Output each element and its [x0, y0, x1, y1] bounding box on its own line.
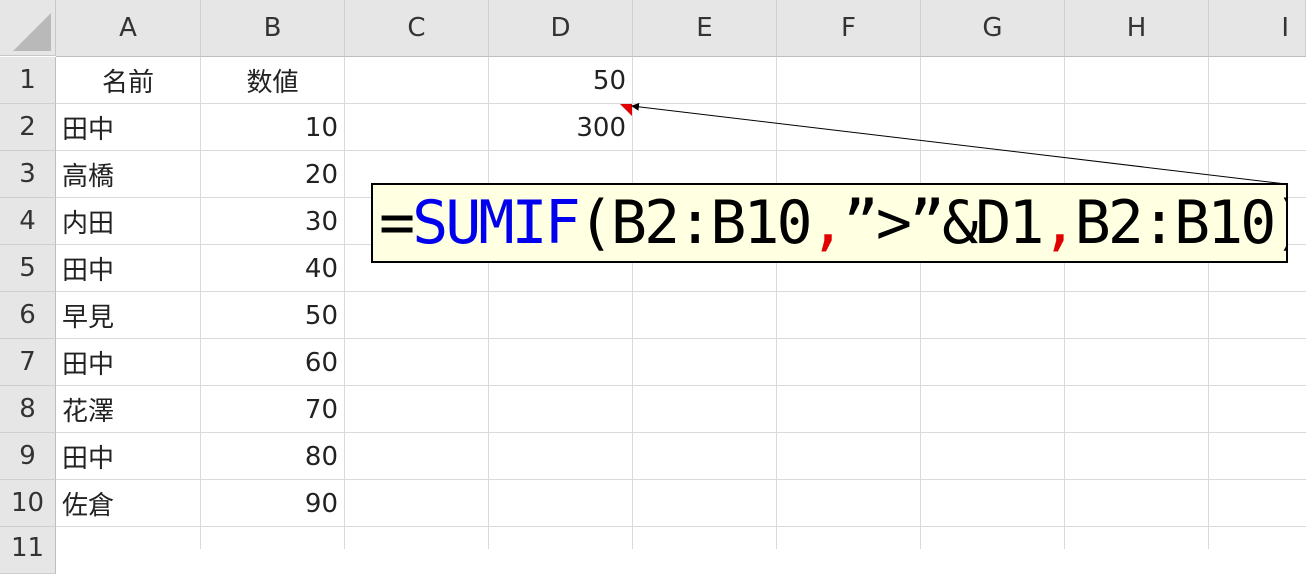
- column-header-a[interactable]: A: [56, 0, 201, 57]
- column-header-g[interactable]: G: [921, 0, 1065, 57]
- cell-a4[interactable]: 内田: [56, 198, 200, 245]
- formula-separator: ,: [809, 188, 846, 258]
- select-all-button[interactable]: [0, 0, 56, 56]
- comment-box[interactable]: = SUMIF (B2:B10, ”>”&D1, B2:B10): [371, 183, 1288, 263]
- cell-b8[interactable]: 70: [201, 386, 344, 433]
- row-header-1[interactable]: 1: [0, 57, 56, 104]
- formula-sum-range-arg: B2:B10): [1074, 188, 1288, 258]
- cell-a3[interactable]: 高橋: [56, 151, 200, 198]
- column-header-f[interactable]: F: [777, 0, 921, 57]
- cell-b6[interactable]: 50: [201, 292, 344, 339]
- grid-line: [344, 57, 345, 549]
- cell-b3[interactable]: 20: [201, 151, 344, 198]
- grid-line: [920, 57, 921, 549]
- row-header-9[interactable]: 9: [0, 433, 56, 480]
- cell-a2[interactable]: 田中: [56, 104, 200, 151]
- column-header-i[interactable]: I: [1209, 0, 1306, 57]
- formula-range-arg: (B2:B10: [577, 188, 813, 258]
- cell-b2[interactable]: 10: [201, 104, 344, 151]
- grid-line: [776, 57, 777, 549]
- column-header-c[interactable]: C: [345, 0, 489, 57]
- row-header-6[interactable]: 6: [0, 292, 56, 339]
- cell-b7[interactable]: 60: [201, 339, 344, 386]
- cell-a6[interactable]: 早見: [56, 292, 200, 339]
- cell-b5[interactable]: 40: [201, 245, 344, 292]
- cell-a7[interactable]: 田中: [56, 339, 200, 386]
- cell-a10[interactable]: 佐倉: [56, 480, 200, 527]
- cell-a1[interactable]: 名前: [56, 57, 200, 104]
- cell-a8[interactable]: 花澤: [56, 386, 200, 433]
- column-header-e[interactable]: E: [633, 0, 777, 57]
- cell-d2[interactable]: 300: [489, 104, 632, 151]
- row-header-10[interactable]: 10: [0, 480, 56, 527]
- formula-separator: ,: [1041, 188, 1078, 258]
- grid-line: [1208, 57, 1209, 549]
- cell-b1[interactable]: 数値: [201, 57, 344, 104]
- grid-line: [632, 57, 633, 549]
- column-header-b[interactable]: B: [201, 0, 345, 57]
- cell-d1[interactable]: 50: [489, 57, 632, 104]
- row-header-2[interactable]: 2: [0, 104, 56, 151]
- cell-a5[interactable]: 田中: [56, 245, 200, 292]
- row-header-7[interactable]: 7: [0, 339, 56, 386]
- row-header-3[interactable]: 3: [0, 151, 56, 198]
- formula-function-name: SUMIF: [412, 188, 581, 258]
- column-header-d[interactable]: D: [489, 0, 633, 57]
- row-header-4[interactable]: 4: [0, 198, 56, 245]
- cell-b4[interactable]: 30: [201, 198, 344, 245]
- row-header-5[interactable]: 5: [0, 245, 56, 292]
- row-header-8[interactable]: 8: [0, 386, 56, 433]
- formula-equals: =: [379, 188, 415, 258]
- column-header-h[interactable]: H: [1065, 0, 1209, 57]
- cell-b9[interactable]: 80: [201, 433, 344, 480]
- formula-criteria-arg: ”>”&D1: [842, 188, 1045, 258]
- cell-a9[interactable]: 田中: [56, 433, 200, 480]
- select-all-triangle-icon: [13, 13, 51, 51]
- spreadsheet[interactable]: A B C D E F G H I 1 2 3 4 5 6 7 8 9 10 1…: [0, 0, 1306, 574]
- row-header-11[interactable]: 11: [0, 527, 56, 574]
- comment-indicator-icon[interactable]: [620, 104, 632, 116]
- grid-line: [1064, 57, 1065, 549]
- cell-b10[interactable]: 90: [201, 480, 344, 527]
